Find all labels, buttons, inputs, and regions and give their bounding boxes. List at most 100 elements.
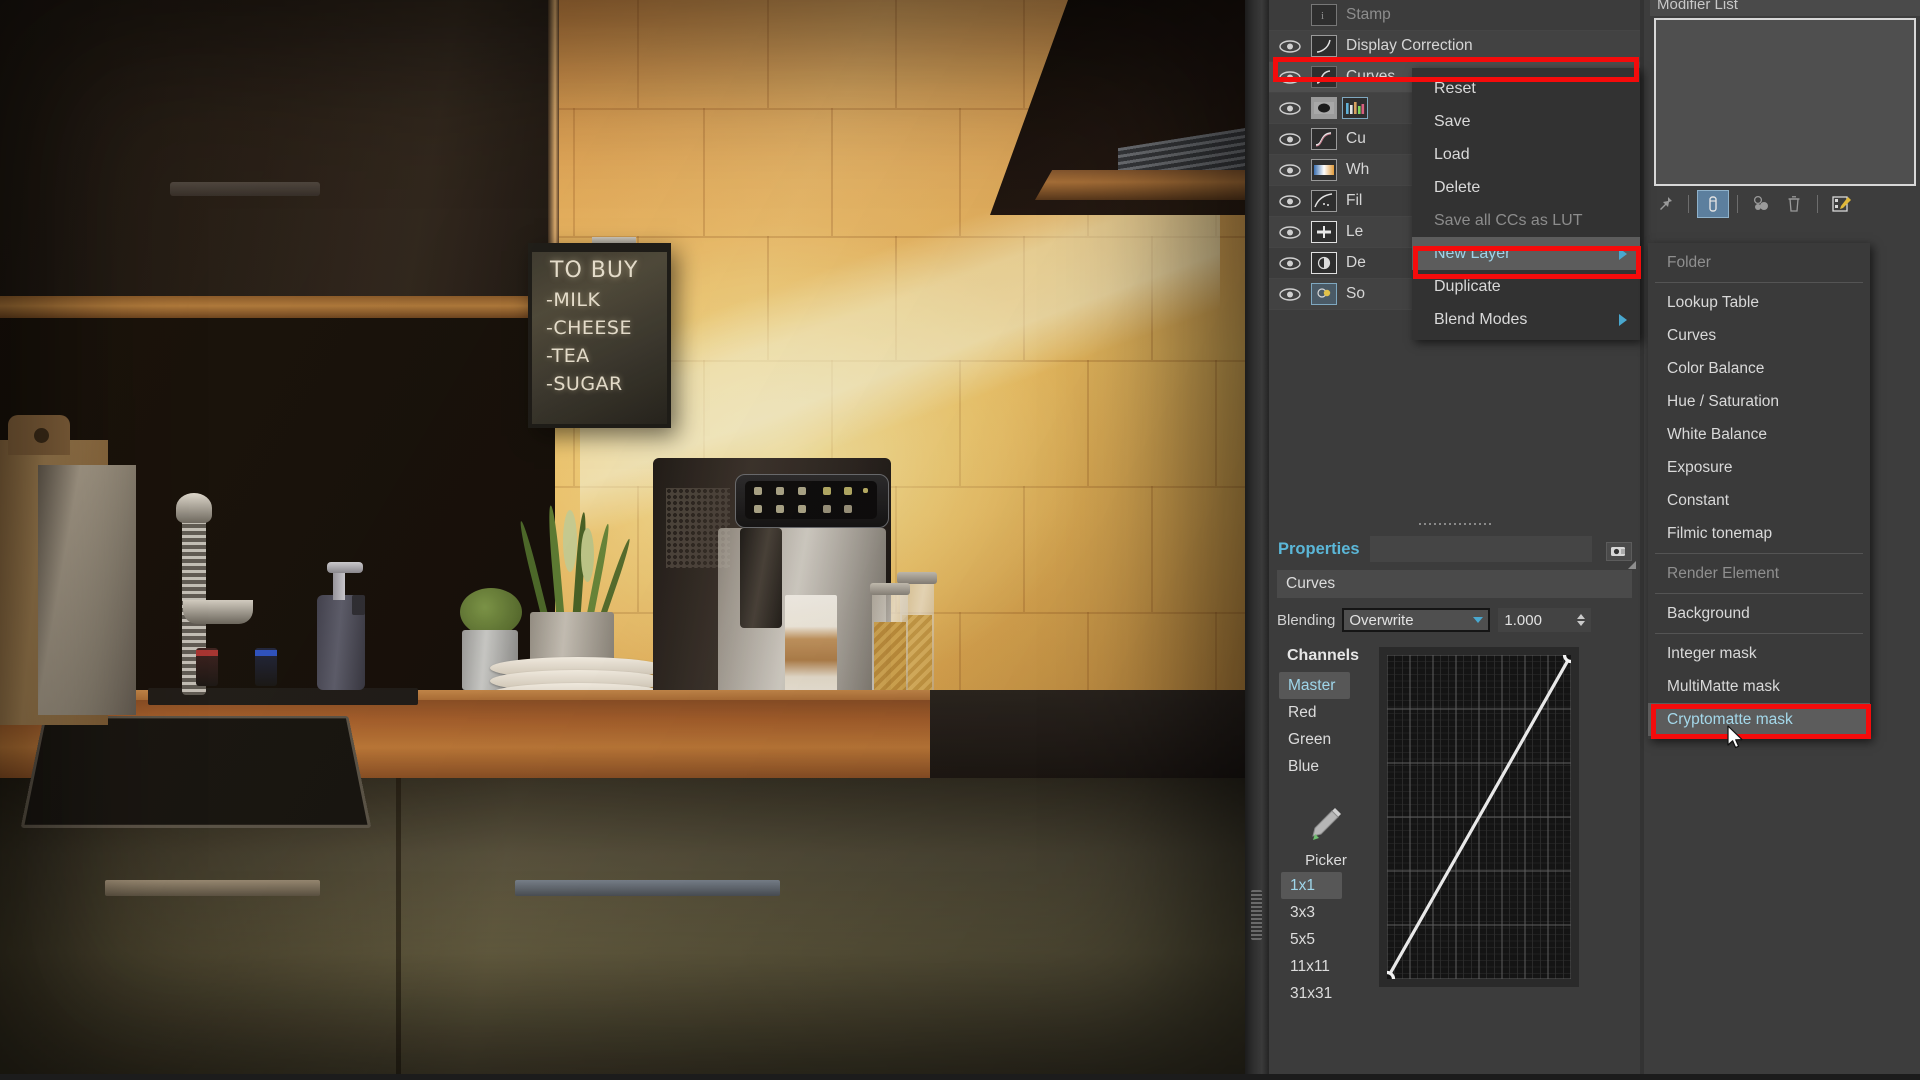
submenu-item-exposure[interactable]: Exposure <box>1648 451 1870 484</box>
spinner-icon[interactable] <box>1577 614 1586 626</box>
submenu-divider <box>1655 553 1863 554</box>
eyedropper-icon[interactable] <box>1287 803 1365 850</box>
menu-item-delete[interactable]: Delete <box>1412 171 1640 204</box>
properties-search-field[interactable] <box>1369 536 1592 562</box>
white-balance-icon <box>1311 159 1337 181</box>
cabinet-handle <box>170 182 320 196</box>
modifier-list-dropdown[interactable]: Modifier List <box>1650 0 1920 16</box>
cabinet-bottom-trim <box>0 296 558 318</box>
kitchen-sink <box>20 716 372 828</box>
channel-master[interactable]: Master <box>1279 672 1350 699</box>
resize-corner[interactable] <box>1628 561 1636 569</box>
sample-size-31x31[interactable]: 31x31 <box>1281 980 1373 1007</box>
hood-lip <box>1035 170 1245 200</box>
espresso-machine-spout <box>740 528 782 628</box>
submenu-item-curves[interactable]: Curves <box>1648 319 1870 352</box>
toolbar-divider <box>1688 195 1689 213</box>
layer-label: Display Correction <box>1346 37 1473 54</box>
layer-row-stamp[interactable]: i Stamp <box>1269 0 1640 31</box>
curve-editor[interactable] <box>1379 647 1579 987</box>
blending-mode-value: Overwrite <box>1349 611 1414 629</box>
pin-stack-icon[interactable] <box>1650 191 1680 217</box>
visibility-eye-icon[interactable] <box>1269 132 1311 146</box>
splitter-grip[interactable] <box>1251 890 1262 940</box>
svg-text:i: i <box>1321 10 1324 22</box>
menu-item-load[interactable]: Load <box>1412 138 1640 171</box>
submenu-divider <box>1655 593 1863 594</box>
menu-item-blend-modes[interactable]: Blend Modes <box>1412 303 1640 336</box>
sample-size-11x11[interactable]: 11x11 <box>1281 953 1373 980</box>
submenu-item-hue-saturation[interactable]: Hue / Saturation <box>1648 385 1870 418</box>
properties-panel: Properties Curves Blending Overwrite 1.0… <box>1269 525 1640 1080</box>
submenu-item-integer-mask[interactable]: Integer mask <box>1648 637 1870 670</box>
visibility-eye-icon[interactable] <box>1269 256 1311 270</box>
channel-red[interactable]: Red <box>1279 699 1371 726</box>
visibility-eye-icon[interactable] <box>1269 39 1311 53</box>
visibility-eye-icon[interactable] <box>1269 70 1311 84</box>
visibility-eye-icon[interactable] <box>1269 101 1311 115</box>
submenu-divider <box>1655 282 1863 283</box>
toolbar-divider <box>1817 195 1818 213</box>
submenu-item-lookup-table[interactable]: Lookup Table <box>1648 286 1870 319</box>
submenu-item-filmic-tonemap[interactable]: Filmic tonemap <box>1648 517 1870 550</box>
sample-size-1x1[interactable]: 1x1 <box>1281 872 1342 899</box>
toolbar-divider <box>1737 195 1738 213</box>
picker-group: Picker <box>1287 803 1365 869</box>
chalkboard-item: -MILK <box>546 289 601 311</box>
new-layer-submenu: Folder Lookup Table Curves Color Balance… <box>1648 243 1870 739</box>
chalkboard-item: -TEA <box>546 345 590 367</box>
submenu-divider <box>1655 633 1863 634</box>
lower-cabinet-handle <box>515 880 780 896</box>
curve-graph[interactable] <box>1387 655 1571 979</box>
upper-dark-cabinet <box>0 0 558 310</box>
layer-row-display-correction[interactable]: Display Correction <box>1269 31 1640 62</box>
soap-dispenser-pump <box>327 562 363 573</box>
filmic-tonemap-icon <box>1311 190 1337 212</box>
menu-item-duplicate[interactable]: Duplicate <box>1412 270 1640 303</box>
menu-item-save-all-ccs-as-lut: Save all CCs as LUT <box>1434 211 1583 229</box>
curves-icon <box>1311 66 1337 88</box>
submenu-item-color-balance[interactable]: Color Balance <box>1648 352 1870 385</box>
layer-label: Le <box>1346 223 1364 240</box>
sample-size-3x3[interactable]: 3x3 <box>1281 899 1373 926</box>
exposure-icon <box>1311 97 1337 119</box>
tall-plant-leaves <box>517 500 633 625</box>
sample-size-5x5[interactable]: 5x5 <box>1281 926 1373 953</box>
menu-item-reset[interactable]: Reset <box>1412 72 1640 105</box>
blending-row: Blending Overwrite 1.000 <box>1277 607 1635 633</box>
submenu-item-white-balance[interactable]: White Balance <box>1648 418 1870 451</box>
make-unique-icon[interactable] <box>1746 191 1776 217</box>
properties-header: Properties <box>1269 533 1640 569</box>
visibility-eye-icon[interactable] <box>1269 287 1311 301</box>
configure-sets-icon[interactable] <box>1826 191 1856 217</box>
channel-blue[interactable]: Blue <box>1279 753 1371 780</box>
cabinet-seam <box>396 778 401 1080</box>
submenu-item-cryptomatte-mask[interactable]: Cryptomatte mask <box>1648 703 1870 736</box>
channel-green[interactable]: Green <box>1279 726 1371 753</box>
lower-cabinet-handle <box>105 880 320 896</box>
submenu-item-constant[interactable]: Constant <box>1648 484 1870 517</box>
visibility-eye-icon[interactable] <box>1269 163 1311 177</box>
vfb-window: TO BUY -MILK -CHEESE -TEA -SUGAR i Stamp… <box>0 0 1920 1080</box>
blending-mode-select[interactable]: Overwrite <box>1342 608 1491 632</box>
modifier-stack[interactable] <box>1654 18 1916 186</box>
faucet-head <box>176 493 212 523</box>
delete-modifier-icon[interactable] <box>1779 191 1809 217</box>
blending-value-field[interactable]: 1.000 <box>1498 608 1592 632</box>
curves-s-icon <box>1311 128 1337 150</box>
submenu-item-background[interactable]: Background <box>1648 597 1870 630</box>
render-image[interactable]: TO BUY -MILK -CHEESE -TEA -SUGAR <box>0 0 1245 1080</box>
menu-item-new-layer[interactable]: New Layer <box>1412 237 1640 270</box>
metal-board <box>38 465 136 715</box>
modifier-toolbar <box>1650 190 1918 218</box>
menu-item-new-layer-label: New Layer <box>1434 244 1511 262</box>
visibility-eye-icon[interactable] <box>1269 194 1311 208</box>
visibility-eye-icon[interactable] <box>1269 225 1311 239</box>
layer-label: Fil <box>1346 192 1363 209</box>
menu-item-save[interactable]: Save <box>1412 105 1640 138</box>
layer-name-field[interactable]: Curves <box>1277 570 1632 598</box>
submenu-item-multimatte-mask[interactable]: MultiMatte mask <box>1648 670 1870 703</box>
histogram-icon <box>1342 97 1368 119</box>
show-end-result-icon[interactable] <box>1697 190 1729 218</box>
camera-icon[interactable] <box>1606 542 1632 561</box>
